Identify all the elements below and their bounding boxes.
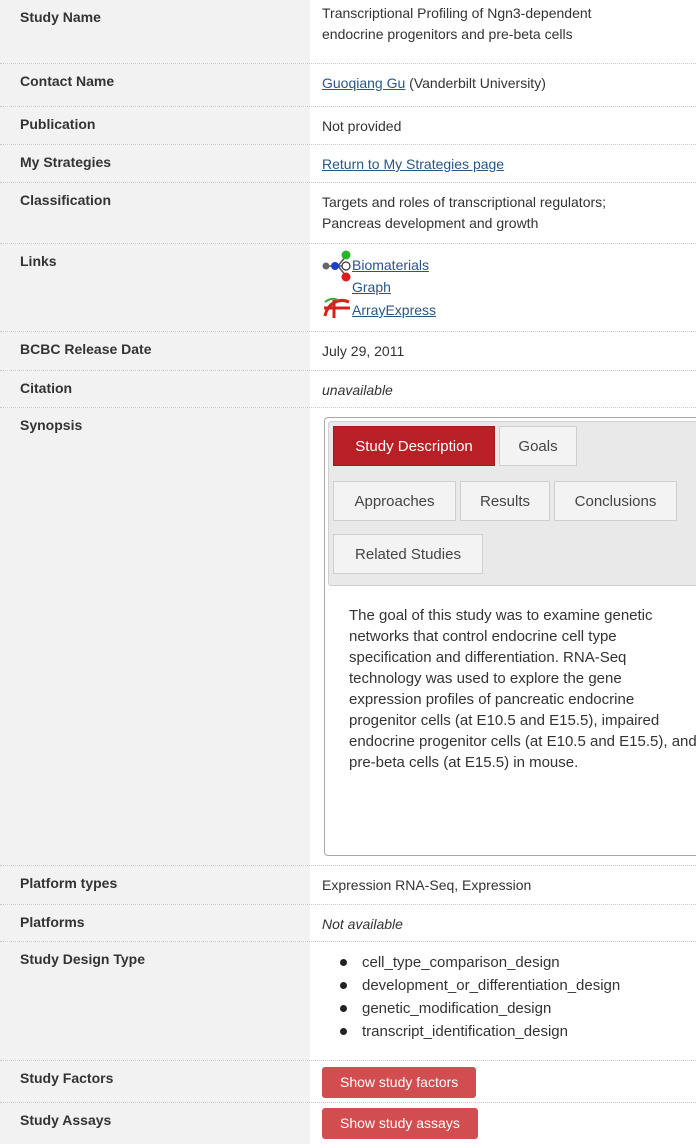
row-publication: Publication Not provided: [0, 107, 696, 145]
study-factors-label: Study Factors: [0, 1061, 310, 1102]
study-name-value: Transcriptional Profiling of Ngn3-depend…: [322, 5, 592, 42]
row-study-design-type: Study Design Type cell_type_comparison_d…: [0, 942, 696, 1061]
synopsis-label: Synopsis: [0, 408, 310, 865]
contact-name-link[interactable]: Guoqiang Gu: [322, 75, 405, 91]
platforms-value: Not available: [322, 916, 403, 932]
contact-name-value: Guoqiang Gu (Vanderbilt University): [322, 73, 692, 94]
release-date-label: BCBC Release Date: [0, 332, 310, 370]
platform-types-value: Expression RNA-Seq, Expression: [322, 877, 532, 893]
list-item: development_or_differentiation_design: [340, 974, 620, 997]
row-study-factors: Study Factors Show study factors: [0, 1061, 696, 1103]
row-study-name: Study Name Transcriptional Profiling of …: [0, 0, 696, 64]
row-links: Links Biomaterials Graph ArrayExpress: [0, 244, 696, 332]
network-graph-icon: [322, 250, 351, 282]
tab-results[interactable]: Results: [460, 481, 550, 521]
citation-value: unavailable: [322, 382, 393, 398]
row-platforms: Platforms Not available: [0, 905, 696, 942]
contact-affiliation: (Vanderbilt University): [405, 75, 546, 91]
platforms-label: Platforms: [0, 905, 310, 941]
arrayexpress-logo-icon: [323, 297, 350, 318]
my-strategies-label: My Strategies: [0, 145, 310, 182]
study-design-list: cell_type_comparison_design development_…: [340, 951, 620, 1043]
row-my-strategies: My Strategies Return to My Strategies pa…: [0, 145, 696, 183]
publication-label: Publication: [0, 107, 310, 144]
classification-line-2: Pancreas development and growth: [322, 215, 539, 231]
arrayexpress-link[interactable]: ArrayExpress: [352, 299, 436, 321]
biomaterials-graph-link[interactable]: Biomaterials Graph: [352, 254, 429, 298]
contact-name-label: Contact Name: [0, 64, 310, 106]
synopsis-panel: Study Description Goals Approaches Resul…: [324, 417, 696, 856]
classification-label: Classification: [0, 183, 310, 243]
row-synopsis: Synopsis Study Description Goals Approac…: [0, 408, 696, 866]
row-classification: Classification Targets and roles of tran…: [0, 183, 696, 244]
list-item: transcript_identification_design: [340, 1020, 620, 1043]
study-name-label: Study Name: [0, 0, 310, 63]
release-date-value: July 29, 2011: [322, 343, 405, 359]
return-to-strategies-link[interactable]: Return to My Strategies page: [322, 156, 504, 172]
row-study-assays: Study Assays Show study assays: [0, 1103, 696, 1144]
tab-conclusions[interactable]: Conclusions: [554, 481, 677, 521]
citation-label: Citation: [0, 371, 310, 407]
classification-value: Targets and roles of transcriptional reg…: [322, 192, 692, 234]
platform-types-label: Platform types: [0, 866, 310, 904]
synopsis-description-text: The goal of this study was to examine ge…: [349, 607, 696, 771]
show-study-factors-button[interactable]: Show study factors: [322, 1067, 477, 1098]
tab-goals[interactable]: Goals: [499, 426, 577, 466]
list-item: cell_type_comparison_design: [340, 951, 620, 974]
tab-related-studies[interactable]: Related Studies: [333, 534, 483, 574]
synopsis-tab-bar: Study Description Goals Approaches Resul…: [328, 421, 696, 586]
row-contact-name: Contact Name Guoqiang Gu (Vanderbilt Uni…: [0, 64, 696, 107]
publication-value: Not provided: [322, 118, 402, 134]
row-citation: Citation unavailable: [0, 371, 696, 408]
study-assays-label: Study Assays: [0, 1103, 310, 1144]
my-strategies-value: Return to My Strategies page: [322, 154, 692, 175]
show-study-assays-button[interactable]: Show study assays: [322, 1108, 478, 1139]
row-release-date: BCBC Release Date July 29, 2011: [0, 332, 696, 371]
row-platform-types: Platform types Expression RNA-Seq, Expre…: [0, 866, 696, 905]
study-design-type-label: Study Design Type: [0, 942, 310, 1060]
list-item: genetic_modification_design: [340, 997, 620, 1020]
tab-approaches[interactable]: Approaches: [333, 481, 456, 521]
classification-line-1: Targets and roles of transcriptional reg…: [322, 194, 607, 210]
tab-study-description[interactable]: Study Description: [333, 426, 495, 466]
links-label: Links: [0, 244, 310, 331]
